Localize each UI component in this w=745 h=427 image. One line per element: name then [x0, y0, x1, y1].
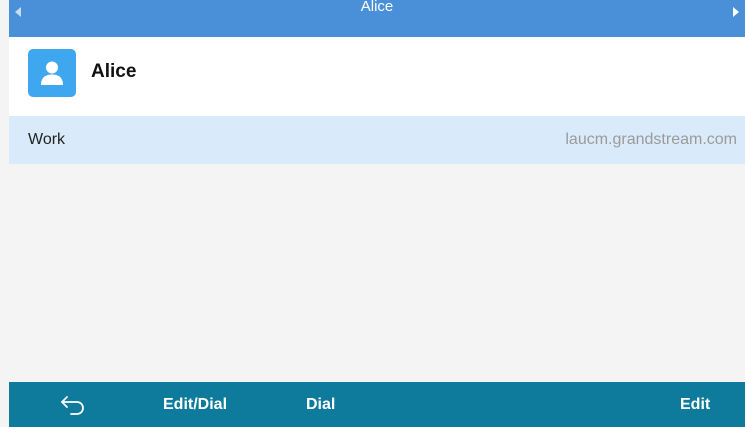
contact-detail-screen: Alice Alice Work laucm.grandstream.com E…	[0, 0, 745, 427]
detail-label: Work	[28, 131, 66, 148]
empty-content-area	[9, 164, 745, 382]
arrow-right-icon[interactable]	[733, 7, 739, 17]
edit-dial-button[interactable]: Edit/Dial	[163, 382, 227, 427]
back-arrow-icon	[61, 396, 84, 415]
contact-header: Alice	[9, 37, 745, 116]
page-title: Alice	[360, 0, 394, 15]
detail-row-work[interactable]: Work laucm.grandstream.com	[9, 116, 745, 164]
person-icon	[41, 61, 63, 85]
detail-value: laucm.grandstream.com	[565, 131, 737, 148]
back-button[interactable]	[60, 382, 90, 427]
title-bar: Alice	[9, 0, 745, 37]
softkey-bar: Edit/Dial Dial Edit	[9, 382, 745, 427]
avatar	[28, 49, 76, 97]
edit-button[interactable]: Edit	[680, 382, 710, 427]
dial-button[interactable]: Dial	[306, 382, 335, 427]
contact-name: Alice	[91, 61, 137, 82]
